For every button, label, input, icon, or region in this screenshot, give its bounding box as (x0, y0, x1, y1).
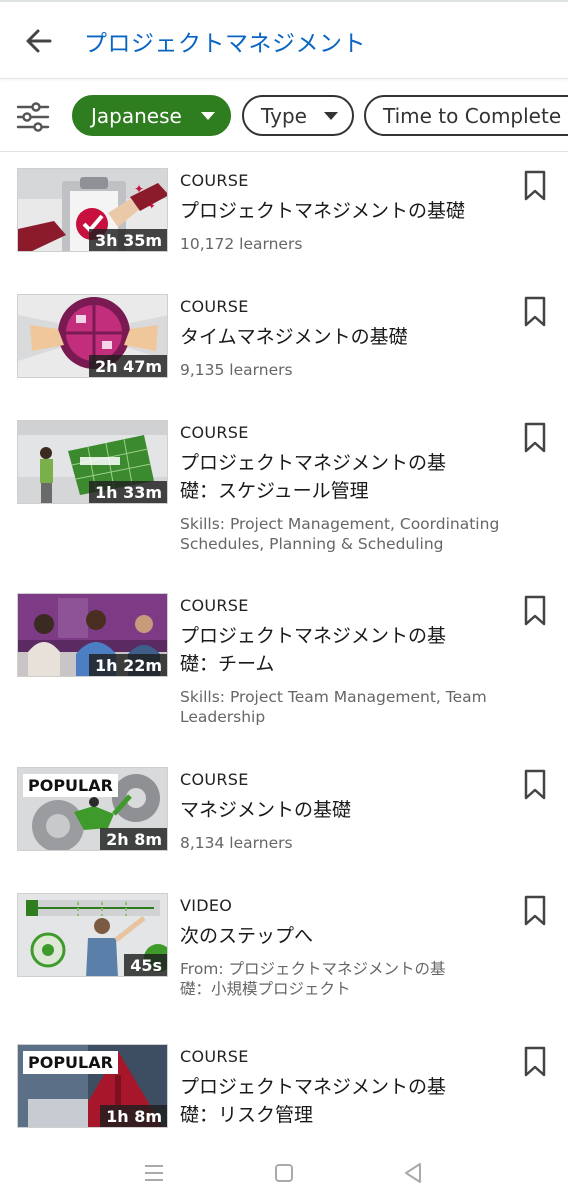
page-title: プロジェクトマネジメント (84, 31, 366, 57)
home-square-icon[interactable] (271, 1160, 297, 1186)
item-title-line: プロジェクトマネジメントの基 (180, 625, 447, 647)
item-title[interactable]: マネジメントの基礎 (180, 796, 480, 824)
skills-text: Skills: Project Team Management, Team Le… (180, 688, 487, 726)
list-item[interactable]: ✦ ✦ 3h 35m COURSE プロジェクトマネジメントの基礎 10,172… (0, 168, 568, 278)
course-thumbnail: POPULAR 2h 8m (17, 767, 168, 851)
item-type: VIDEO (180, 896, 233, 915)
bookmark-icon[interactable] (523, 422, 547, 454)
item-title[interactable]: プロジェクトマネジメントの基 礎：リスク管理 (180, 1073, 480, 1129)
back-arrow-icon[interactable] (22, 24, 56, 58)
video-thumbnail: 45s (17, 893, 168, 977)
item-title-line: 礎：リスク管理 (180, 1104, 314, 1126)
back-triangle-icon[interactable] (400, 1160, 426, 1186)
item-title[interactable]: プロジェクトマネジメントの基 礎：スケジュール管理 (180, 449, 480, 505)
list-item[interactable]: 1h 33m COURSE プロジェクトマネジメントの基 礎：スケジュール管理 … (0, 420, 568, 570)
item-title[interactable]: 次のステップへ (180, 922, 480, 950)
menu-icon[interactable] (141, 1160, 167, 1186)
type-filter-chip[interactable]: Type (242, 95, 354, 136)
list-item[interactable]: 2h 47m COURSE タイムマネジメントの基礎 9,135 learner… (0, 294, 568, 404)
item-title[interactable]: タイムマネジメントの基礎 (180, 323, 480, 351)
chevron-down-icon (201, 111, 215, 120)
item-type: COURSE (180, 1047, 249, 1066)
bookmark-icon[interactable] (523, 1046, 547, 1078)
duration-badge: 2h 47m (88, 355, 167, 377)
list-item[interactable]: POPULAR 1h 8m COURSE プロジェクトマネジメントの基 礎：リス… (0, 1044, 568, 1144)
duration-badge: 1h 8m (100, 1105, 167, 1127)
item-type: COURSE (180, 770, 249, 789)
bookmark-icon[interactable] (523, 595, 547, 627)
course-thumbnail: 1h 22m (17, 593, 168, 677)
item-title-line: 礎：チーム (180, 653, 275, 675)
time-filter-label: Time to Complete (383, 103, 562, 128)
duration-badge: 2h 8m (100, 828, 167, 850)
app-header: プロジェクトマネジメント (0, 2, 568, 79)
item-type: COURSE (180, 297, 249, 316)
source-course-line: 礎：小規模プロジェクト (180, 980, 351, 998)
learner-count: 10,172 learners (180, 235, 303, 253)
item-type: COURSE (180, 171, 249, 190)
language-filter-chip[interactable]: Japanese (72, 95, 231, 136)
language-filter-label: Japanese (91, 103, 182, 128)
skills-text: Skills: Project Management, Coordinating… (180, 515, 500, 553)
time-filter-chip[interactable]: Time to Complete (364, 95, 568, 136)
item-title[interactable]: プロジェクトマネジメントの基 礎：チーム (180, 622, 480, 678)
duration-badge: 1h 22m (88, 654, 167, 676)
bookmark-icon[interactable] (523, 895, 547, 927)
chevron-down-icon (324, 111, 338, 120)
svg-text:✦: ✦ (134, 182, 144, 196)
list-item[interactable]: 1h 22m COURSE プロジェクトマネジメントの基 礎：チーム Skill… (0, 593, 568, 743)
item-title-line: プロジェクトマネジメントの基 (180, 1076, 447, 1098)
item-type: COURSE (180, 423, 249, 442)
list-item[interactable]: 45s VIDEO 次のステップへ From: プロジェクトマネジメントの基 礎… (0, 893, 568, 1023)
course-thumbnail: ✦ ✦ 3h 35m (17, 168, 168, 252)
popular-badge: POPULAR (23, 774, 118, 797)
bookmark-icon[interactable] (523, 769, 547, 801)
filter-bar: Japanese Type Time to Complete (0, 79, 568, 152)
item-title-line: プロジェクトマネジメントの基 (180, 452, 447, 474)
bookmark-icon[interactable] (523, 296, 547, 328)
course-thumbnail: 2h 47m (17, 294, 168, 378)
item-type: COURSE (180, 596, 249, 615)
filter-sliders-icon[interactable] (16, 102, 50, 132)
type-filter-label: Type (261, 103, 307, 128)
item-title[interactable]: プロジェクトマネジメントの基礎 (180, 197, 480, 225)
duration-badge: 45s (124, 954, 167, 976)
learner-count: 9,135 learners (180, 361, 293, 379)
svg-text:✦: ✦ (148, 202, 156, 212)
source-course-line: From: プロジェクトマネジメントの基 (180, 960, 446, 978)
duration-badge: 3h 35m (88, 229, 167, 251)
system-nav-bar (0, 1150, 568, 1200)
course-thumbnail: POPULAR 1h 8m (17, 1044, 168, 1128)
course-thumbnail: 1h 33m (17, 420, 168, 504)
duration-badge: 1h 33m (88, 481, 167, 503)
list-item[interactable]: POPULAR 2h 8m COURSE マネジメントの基礎 8,134 lea… (0, 767, 568, 877)
learner-count: 8,134 learners (180, 834, 293, 852)
item-title-line: 礎：スケジュール管理 (180, 480, 369, 502)
popular-badge: POPULAR (23, 1051, 118, 1074)
source-course-text: From: プロジェクトマネジメントの基 礎：小規模プロジェクト (180, 959, 500, 999)
bookmark-icon[interactable] (523, 170, 547, 202)
